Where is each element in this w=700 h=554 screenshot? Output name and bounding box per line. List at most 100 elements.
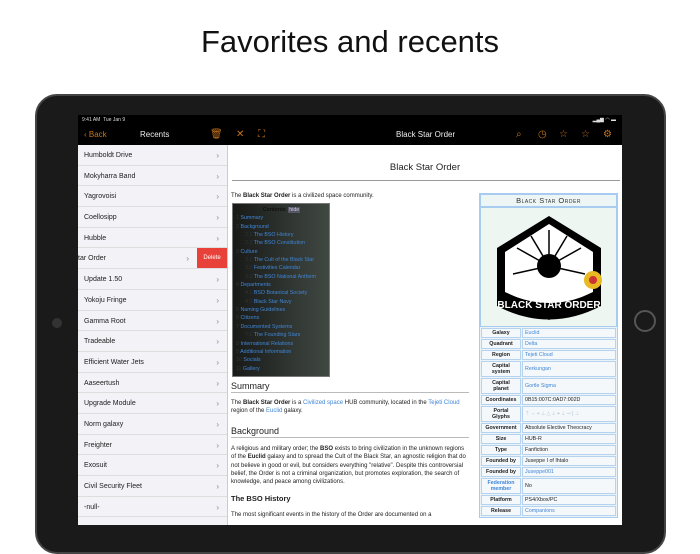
infobox-key: Portal Glyphs	[481, 406, 521, 422]
infobox-key: Region	[481, 350, 521, 360]
recent-item-label: Humboldt Drive	[84, 152, 133, 159]
recent-item[interactable]: Freighter ›	[78, 434, 227, 456]
toc-item[interactable]: 4 Departments	[236, 281, 326, 289]
infobox: Black Star Order BLACK STAR ORDER Galaxy…	[479, 193, 618, 518]
infobox-title: Black Star Order	[480, 194, 617, 207]
recent-item[interactable]: Humboldt Drive ›	[78, 145, 227, 166]
nav-bar: ‹ Back Recents 🗑 ✕ ⛶ Black Star Order ⌕ …	[78, 125, 622, 145]
trash-icon[interactable]: 🗑	[210, 129, 223, 140]
settings-icon[interactable]: ⚙	[603, 129, 612, 140]
infobox-row: Capital planet Gortle Sigma	[481, 378, 616, 394]
recent-item[interactable]: Yagrovoisi ›	[78, 186, 227, 208]
star-icon[interactable]: ☆	[559, 129, 568, 140]
toc-item[interactable]: 3.2 Festivities Calendar	[236, 264, 326, 272]
infobox-row: Capital system Rerkungan	[481, 361, 616, 377]
infobox-value[interactable]: Euclid	[522, 328, 616, 338]
toc-item[interactable]: 5 Naming Guidelines	[236, 306, 326, 314]
recent-item-label: Efficient Water Jets	[84, 358, 144, 366]
table-of-contents: Contents hide 1 Summary 2 Background 2.1 T…	[232, 203, 330, 377]
recent-item[interactable]: Efficient Water Jets ›	[78, 351, 227, 373]
toc-item[interactable]: 6 Citizens	[236, 314, 326, 322]
infobox-value[interactable]: Rerkungan	[522, 361, 616, 377]
infobox-value: ⇡⇔⌖⊥△⇣⌖⇣⊸⌊⊥	[522, 406, 616, 422]
infobox-row: Size HUB-R	[481, 434, 616, 444]
toc-item[interactable]: 7 Documented Systems	[236, 323, 326, 331]
home-button[interactable]	[634, 310, 656, 332]
infobox-row: Government Absolute Elective Theocracy	[481, 423, 616, 433]
infobox-row: Platform PS4/Xbox/PC	[481, 495, 616, 505]
recent-item[interactable]: Yokoju Fringe ›	[78, 289, 227, 311]
toc-item[interactable]: 2 Background	[236, 223, 326, 231]
recent-item[interactable]: Norm galaxy ›	[78, 413, 227, 435]
chevron-right-icon: ›	[216, 337, 219, 347]
recent-item[interactable]: Hubble ›	[78, 227, 227, 249]
recent-item[interactable]: -null- ›	[78, 496, 227, 518]
recent-item[interactable]: Upgrade Module ›	[78, 393, 227, 414]
chevron-right-icon: ›	[216, 275, 219, 285]
recent-item[interactable]: Mokyharra Band ›	[78, 165, 227, 187]
infobox-row: Release Companions	[481, 506, 616, 516]
infobox-value: Fanfiction	[522, 445, 616, 455]
toc-item[interactable]: 10 Socials	[236, 356, 326, 364]
recent-item[interactable]: Tradeable ›	[78, 331, 227, 352]
toc-item[interactable]: 11 Gallery	[236, 365, 326, 373]
recent-item[interactable]: Aaseertush ›	[78, 372, 227, 394]
recent-item-label: Tradeable	[84, 338, 116, 346]
history-heading: The BSO History	[231, 494, 291, 503]
close-icon[interactable]: ✕	[236, 129, 244, 140]
history-icon[interactable]: ◷	[538, 129, 547, 140]
chevron-right-icon: ›	[216, 151, 219, 160]
infobox-key: Size	[481, 434, 521, 444]
background-heading: Background	[231, 426, 469, 438]
link-tejeti-cloud[interactable]: Tejeti Cloud	[428, 400, 459, 406]
status-date: Tue Jan 9	[103, 117, 126, 123]
infobox-key: Capital system	[481, 361, 521, 377]
recents-list: Humboldt Drive › Mokyharra Band › Yagrovoisi…	[78, 145, 228, 525]
chevron-right-icon: ›	[216, 357, 219, 367]
infobox-row: Quadrant Delta	[481, 339, 616, 349]
favorites-icon[interactable]: ☆	[581, 129, 590, 140]
infobox-value: 0B15:007C:0AD7:002D	[522, 395, 616, 405]
infobox-value[interactable]: Delta	[522, 339, 616, 349]
fullscreen-icon[interactable]: ⛶	[258, 129, 265, 140]
toc-item[interactable]: 7.1 The Founding Stars	[236, 331, 326, 339]
search-icon[interactable]: ⌕	[516, 129, 522, 140]
infobox-key: Government	[481, 423, 521, 433]
link-civilized-space[interactable]: Civilized space	[303, 400, 343, 406]
background-text: A religious and military order; the BSO …	[231, 446, 466, 486]
delete-button[interactable]: Delete	[197, 248, 227, 269]
infobox-value[interactable]: Companions	[522, 506, 616, 516]
toc-item[interactable]: 2.2 The BSO Constitution	[236, 239, 326, 247]
infobox-value[interactable]: Gortle Sigma	[522, 378, 616, 394]
infobox-row: Founded by Juseppe001	[481, 467, 616, 477]
logo-image: BLACK STAR ORDER	[480, 207, 617, 327]
toc-item[interactable]: 3.3 The BSO National Anthem	[236, 273, 326, 281]
toc-item[interactable]: 8 International Relations	[236, 340, 326, 348]
toc-item[interactable]: 4.1 BSO Botanical Society	[236, 289, 326, 297]
toc-item[interactable]: 9 Additional Information	[236, 348, 326, 356]
toc-item[interactable]: 1 Summary	[236, 214, 326, 222]
infobox-value[interactable]: Juseppe001	[522, 467, 616, 477]
back-button[interactable]: ‹ Back	[84, 130, 107, 139]
recent-item[interactable]: Update 1.50 ›	[78, 269, 227, 290]
divider	[232, 180, 620, 181]
toc-item[interactable]: 3 Culture	[236, 248, 326, 256]
toc-item[interactable]: 2.1 The BSO History	[236, 231, 326, 239]
toc-hide-button[interactable]: hide	[288, 207, 301, 213]
intro-text: The Black Star Order is a civilized spac…	[231, 193, 374, 199]
recent-item[interactable]: Exosuit ›	[78, 455, 227, 476]
recent-item[interactable]: Gamma Root ›	[78, 310, 227, 332]
toc-item[interactable]: 3.1 The Cult of the Black Star	[236, 256, 326, 264]
article-view: Black Star Order The Black Star Order is…	[228, 145, 622, 525]
infobox-key: Quadrant	[481, 339, 521, 349]
infobox-key: Federation member	[481, 478, 521, 494]
sidebar-title: Recents	[140, 130, 170, 139]
recent-item-label: Coellosipp	[84, 214, 117, 222]
recent-item[interactable]: Coellosipp ›	[78, 207, 227, 228]
toc-item[interactable]: 4.2 Black Star Navy	[236, 298, 326, 306]
recent-item[interactable]: Civil Security Fleet ›	[78, 476, 227, 497]
recent-item-label: Update 1.50	[84, 276, 123, 284]
link-euclid[interactable]: Euclid	[266, 408, 282, 414]
infobox-value[interactable]: Tejeti Cloud	[522, 350, 616, 360]
recent-item[interactable]: tar Order › Delete	[78, 248, 227, 270]
